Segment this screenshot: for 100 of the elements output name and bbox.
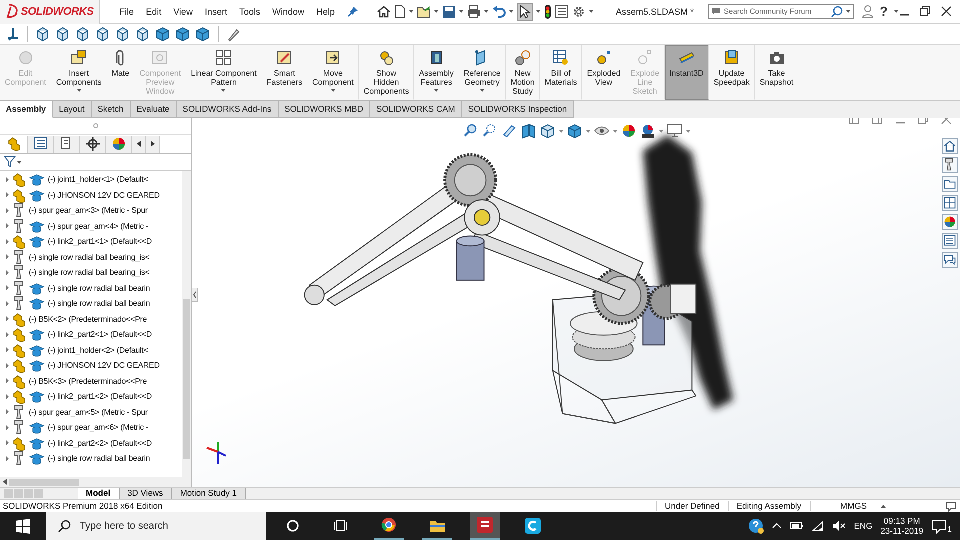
view-tab[interactable]: 3D Views — [120, 488, 172, 499]
cube-icon[interactable] — [195, 26, 211, 42]
expand-arrow-icon[interactable] — [6, 223, 9, 230]
caret-icon[interactable] — [509, 10, 514, 13]
task-view-icon[interactable] — [334, 519, 348, 533]
expand-arrow-icon[interactable] — [6, 424, 9, 431]
tree-item[interactable]: (-) single row radial ball bearin — [48, 454, 150, 464]
caret-icon[interactable] — [589, 10, 594, 13]
battery-icon[interactable] — [790, 520, 804, 532]
tree-item[interactable]: (-) link2_part1<1> (Default<<D — [48, 237, 152, 246]
tree-item[interactable]: (-) single row radial ball bearin — [48, 284, 150, 293]
command-tab[interactable]: SOLIDWORKS MBD — [278, 100, 370, 118]
tree-item[interactable]: (-) spur gear_am<5> (Metric - Spur — [29, 408, 148, 417]
caret-icon[interactable] — [434, 89, 440, 92]
cortana-ring-icon[interactable] — [286, 519, 300, 533]
command-tab[interactable]: Assembly — [0, 100, 54, 118]
assembly-icon[interactable] — [6, 136, 22, 152]
scrollbar-thumb[interactable] — [9, 478, 79, 486]
windows-icon[interactable] — [16, 518, 30, 534]
ribbon-button[interactable]: Mate — [106, 45, 135, 100]
ribbon-button[interactable]: Assembly Features — [414, 45, 459, 100]
caret-icon[interactable] — [76, 89, 82, 92]
tree-item[interactable]: (-) link2_part2<2> (Default<<D — [48, 438, 152, 448]
menu-item[interactable]: Tools — [233, 6, 266, 16]
folder-icon[interactable] — [943, 177, 957, 191]
gear-icon[interactable] — [572, 4, 586, 18]
expand-arrow-icon[interactable] — [6, 347, 9, 354]
expand-arrow-icon[interactable] — [6, 300, 9, 307]
select-tool-button[interactable] — [517, 2, 534, 20]
traffic-light-icon[interactable] — [544, 4, 552, 18]
expand-arrow-icon[interactable] — [6, 332, 9, 338]
chevron-up-icon[interactable] — [772, 522, 782, 530]
command-tab[interactable]: SOLIDWORKS CAM — [370, 100, 462, 118]
expand-arrow-icon[interactable] — [6, 378, 9, 384]
menu-item[interactable]: Edit — [140, 6, 168, 16]
tree-item[interactable]: (-) link2_part2<1> (Default<<D — [48, 330, 152, 340]
wireframe-cube-icon[interactable] — [35, 26, 51, 42]
undo-icon[interactable] — [492, 4, 506, 18]
menu-item[interactable]: View — [168, 6, 199, 16]
caret-icon[interactable] — [894, 10, 899, 13]
caret-icon[interactable] — [484, 10, 490, 13]
ribbon-button[interactable]: Take Snapshot — [754, 45, 799, 100]
collapse-arrow-icon[interactable] — [192, 288, 198, 302]
file-properties-icon[interactable] — [555, 4, 570, 18]
caret-icon[interactable] — [17, 160, 22, 164]
expand-arrow-icon[interactable] — [6, 270, 9, 276]
caret-icon[interactable] — [330, 89, 336, 92]
app-c-icon[interactable] — [525, 518, 541, 534]
search-icon[interactable] — [831, 6, 844, 18]
notification-icon[interactable] — [932, 518, 947, 534]
scene-sphere-icon[interactable] — [640, 123, 656, 139]
graphics-area[interactable] — [192, 118, 960, 487]
caret-icon[interactable] — [459, 10, 464, 13]
expand-arrow-icon[interactable] — [6, 316, 9, 322]
expand-arrow-icon[interactable] — [6, 208, 9, 214]
wireframe-cube-icon[interactable] — [115, 26, 131, 42]
crosshair-icon[interactable] — [84, 136, 100, 152]
display-style-icon[interactable] — [567, 123, 583, 139]
tree-item[interactable]: (-) single row radial ball bearing_is< — [29, 252, 150, 262]
scrollbar-thumb[interactable] — [183, 299, 190, 459]
caret-icon[interactable] — [434, 10, 440, 13]
triad-icon[interactable] — [6, 26, 20, 42]
command-tab[interactable]: Layout — [53, 100, 92, 118]
wireframe-cube-icon[interactable] — [55, 26, 71, 42]
caret-icon[interactable] — [480, 89, 485, 92]
speaker-muted-icon[interactable] — [832, 520, 846, 532]
open-folder-icon[interactable] — [417, 4, 432, 18]
home-icon[interactable] — [943, 139, 957, 153]
close-icon[interactable] — [941, 6, 952, 17]
view-tab[interactable]: Motion Study 1 — [172, 488, 246, 499]
user-icon[interactable] — [862, 4, 874, 18]
solidworks-app-icon[interactable] — [476, 516, 494, 534]
menu-item[interactable]: Window — [266, 6, 310, 16]
cube-icon[interactable] — [175, 26, 191, 42]
list-icon[interactable] — [943, 234, 957, 248]
scroll-left-icon[interactable] — [136, 140, 142, 148]
wireframe-cube-icon[interactable] — [95, 26, 111, 42]
tree-item[interactable]: (-) joint1_holder<1> (Default< — [48, 175, 148, 184]
tree-item[interactable]: (-) spur gear_am<6> (Metric - — [48, 423, 149, 432]
command-tab[interactable]: Evaluate — [130, 100, 177, 118]
browser-icon[interactable] — [381, 517, 397, 533]
expand-arrow-icon[interactable] — [6, 440, 9, 446]
printer-icon[interactable] — [467, 4, 482, 18]
home-icon[interactable] — [377, 5, 392, 18]
expand-arrow-icon[interactable] — [6, 254, 9, 260]
caret-icon[interactable] — [536, 10, 542, 13]
clock[interactable]: 09:13 PM 23-11-2019 — [880, 516, 924, 536]
caret-icon[interactable] — [613, 130, 618, 132]
units-selector[interactable]: MMGS — [840, 501, 867, 511]
ribbon-button[interactable]: Insert Components — [51, 45, 107, 100]
view-tab[interactable]: Model — [78, 488, 120, 499]
tree-item[interactable]: (-) spur gear_am<4> (Metric - — [48, 222, 149, 231]
expand-arrow-icon[interactable] — [6, 238, 9, 245]
scroll-right-icon[interactable] — [150, 140, 156, 148]
section-view-icon[interactable] — [521, 123, 537, 139]
command-tab[interactable]: SOLIDWORKS Inspection — [462, 100, 574, 118]
wireframe-cube-icon[interactable] — [135, 26, 151, 42]
menu-item[interactable]: Insert — [198, 6, 234, 16]
grid-icon[interactable] — [943, 196, 957, 210]
expand-arrow-icon[interactable] — [6, 285, 9, 292]
